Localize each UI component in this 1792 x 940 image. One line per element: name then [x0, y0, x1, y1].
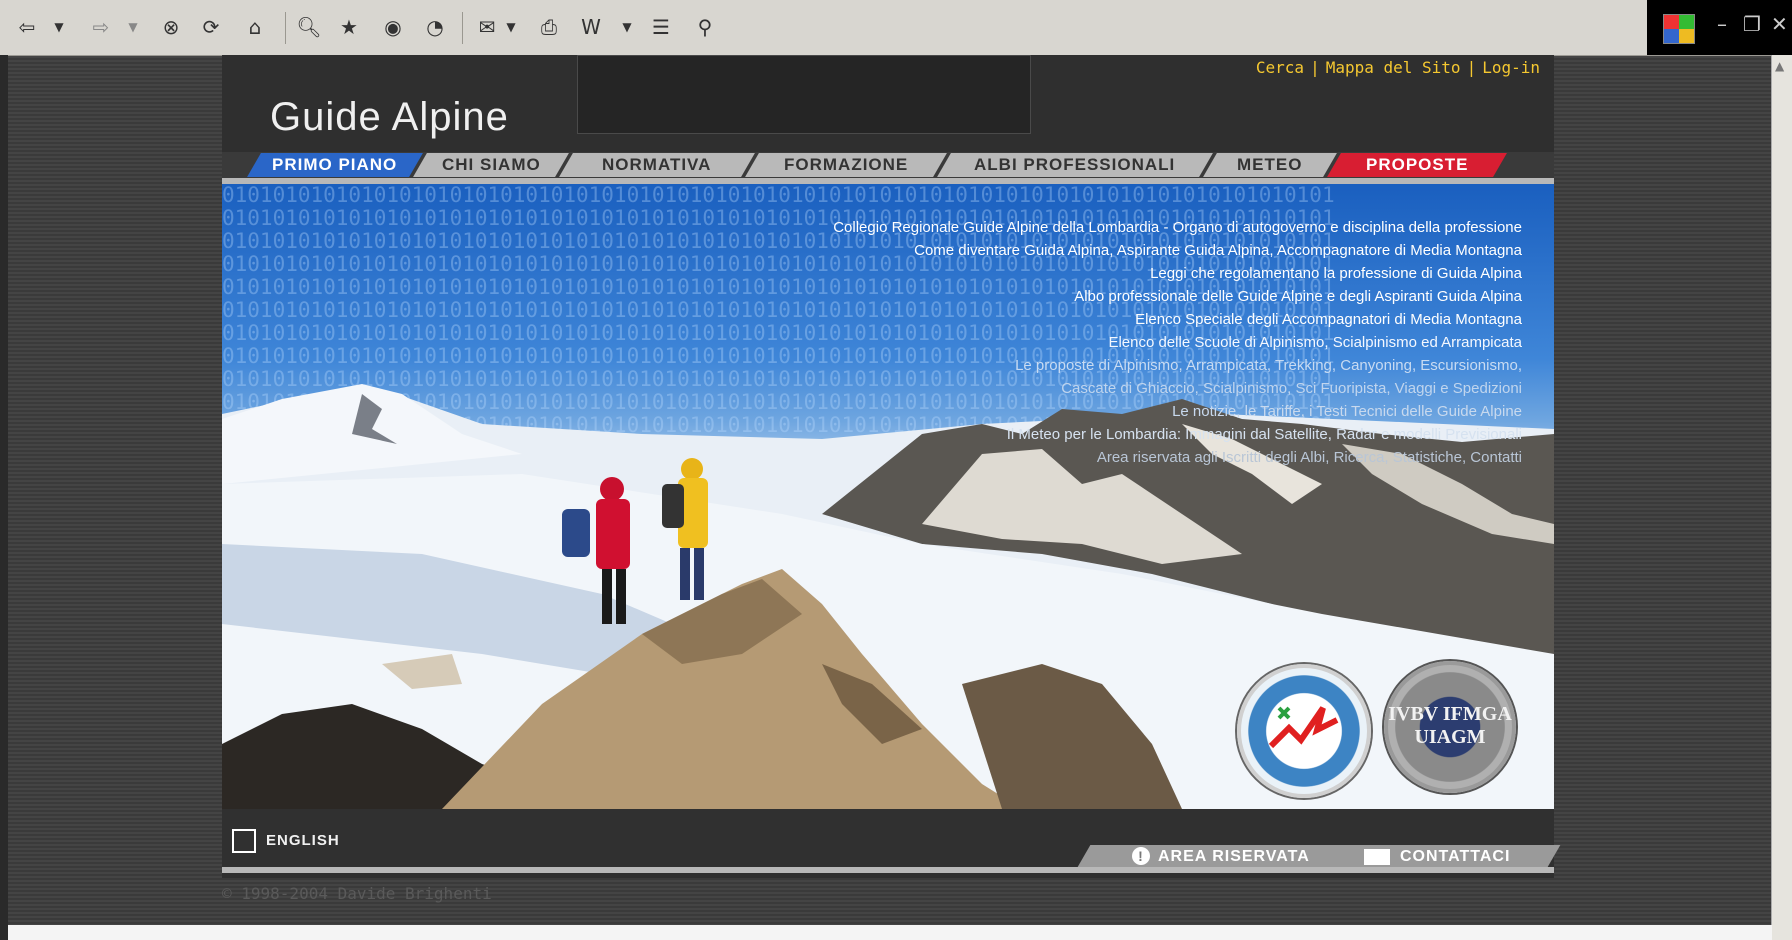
login-link[interactable]: Log-in: [1482, 58, 1540, 77]
browser-toolbar: ⇦ ▼ ⇨ ▼ ⊗ ⟳ ⌂ 🔍︎ ★ ◉ ◔ ✉ ▼ ⎙ W ▼ ☰ ⚲ – ❐…: [0, 0, 1792, 56]
envelope-icon: [1364, 848, 1390, 865]
favorites-icon[interactable]: ★: [334, 12, 364, 42]
hero-link-collegio[interactable]: Collegio Regionale Guide Alpine della Lo…: [833, 216, 1522, 239]
back-dropdown-icon[interactable]: ▼: [44, 12, 74, 42]
search-icon[interactable]: 🔍︎: [294, 12, 324, 42]
badge-ivbv-ifmga: IVBV IFMGA UIAGM: [1384, 661, 1516, 793]
media-icon[interactable]: ◉: [378, 12, 408, 42]
tab-chi-siamo[interactable]: CHI SIAMO: [413, 153, 569, 177]
hero-link-proposte-1[interactable]: Le proposte di Alpinismo, Arrampicata, T…: [833, 354, 1522, 377]
english-link[interactable]: ENGLISH: [232, 829, 340, 853]
top-links: Cerca | Mappa del Sito | Log-in: [1255, 58, 1540, 77]
site-container: Guide Alpine Cerca | Mappa del Sito | Log-in…: [222, 55, 1561, 878]
hero-link-albo[interactable]: Albo professionale delle Guide Alpine e …: [833, 285, 1522, 308]
hero-link-scuole[interactable]: Elenco delle Scuole di Alpinismo, Scialp…: [833, 331, 1522, 354]
mail-dropdown-icon[interactable]: ▼: [496, 12, 526, 42]
hero-link-area-riservata[interactable]: Area riservata agli Iscritti degli Albi,…: [833, 446, 1522, 469]
badge-collegio-lombardia: [1237, 664, 1371, 798]
hero-links: Collegio Regionale Guide Alpine della Lo…: [833, 216, 1522, 469]
window-controls: – ❐ ✕: [1647, 0, 1792, 55]
edit-dropdown-icon[interactable]: ▼: [612, 12, 642, 42]
hero-link-elenco-accompagnatori[interactable]: Elenco Speciale degli Accompagnatori di …: [833, 308, 1522, 331]
restore-icon[interactable]: ❐: [1743, 12, 1761, 36]
hero-link-normativa[interactable]: Leggi che regolamentano la professione d…: [833, 262, 1522, 285]
footer-bar: ENGLISH ! AREA RISERVATA CONTATTACI: [222, 809, 1561, 868]
copyright-text: © 1998-2004 Davide Brighenti: [222, 884, 492, 903]
lightning-logo-icon: [1268, 706, 1339, 749]
area-riservata-button[interactable]: ! AREA RISERVATA: [1132, 846, 1310, 868]
info-icon: !: [1132, 847, 1150, 865]
tab-primo-piano[interactable]: PRIMO PIANO: [247, 153, 423, 177]
print-icon[interactable]: ⎙: [534, 12, 564, 42]
hero-link-formazione[interactable]: Come diventare Guida Alpina, Aspirante G…: [833, 239, 1522, 262]
back-icon[interactable]: ⇦: [12, 12, 42, 42]
vertical-scrollbar[interactable]: ▲: [1771, 55, 1792, 940]
hero-link-meteo[interactable]: Il Meteo per le Lombardia: Immagini dal …: [833, 423, 1522, 446]
windows-logo-icon: [1663, 14, 1695, 44]
tab-meteo[interactable]: METEO: [1203, 153, 1337, 177]
forward-dropdown-icon[interactable]: ▼: [118, 12, 148, 42]
search-link[interactable]: Cerca: [1256, 58, 1304, 77]
stop-icon[interactable]: ⊗: [156, 12, 186, 42]
checkbox-icon: [232, 829, 256, 853]
contattaci-button[interactable]: CONTATTACI: [1364, 846, 1510, 868]
main-nav: PRIMO PIANO CHI SIAMO NORMATIVA FORMAZIO…: [222, 152, 1554, 184]
edit-icon[interactable]: W: [576, 12, 606, 42]
site-logo[interactable]: Guide Alpine: [270, 95, 509, 140]
history-icon[interactable]: ◔: [420, 12, 450, 42]
minimize-icon[interactable]: –: [1717, 12, 1727, 36]
left-border: [0, 55, 8, 940]
tab-normativa[interactable]: NORMATIVA: [559, 153, 755, 177]
research-icon[interactable]: ⚲: [690, 12, 720, 42]
refresh-icon[interactable]: ⟳: [196, 12, 226, 42]
tab-albi-professionali[interactable]: ALBI PROFESSIONALI: [937, 153, 1213, 177]
hero-link-notizie[interactable]: Le notizie, le Tariffe, i Testi Tecnici …: [833, 400, 1522, 423]
bottom-strip: [8, 925, 1772, 940]
badge-ivbv-text: IVBV IFMGA UIAGM: [1388, 703, 1512, 748]
scroll-up-icon[interactable]: ▲: [1775, 59, 1784, 73]
sitemap-link[interactable]: Mappa del Sito: [1326, 58, 1461, 77]
home-icon[interactable]: ⌂: [240, 12, 270, 42]
discuss-icon[interactable]: ☰: [646, 12, 676, 42]
footer-divider: [222, 867, 1554, 873]
forward-icon[interactable]: ⇨: [86, 12, 116, 42]
banner-placeholder: [577, 55, 1031, 134]
close-icon[interactable]: ✕: [1771, 12, 1788, 36]
hero-image: 0101010101010101010101010101010101010101…: [222, 184, 1554, 809]
hero-link-proposte-2[interactable]: Cascate di Ghiaccio, Scialpinismo, Sci F…: [833, 377, 1522, 400]
tab-formazione[interactable]: FORMAZIONE: [745, 153, 947, 177]
tab-proposte[interactable]: PROPOSTE: [1327, 153, 1507, 177]
